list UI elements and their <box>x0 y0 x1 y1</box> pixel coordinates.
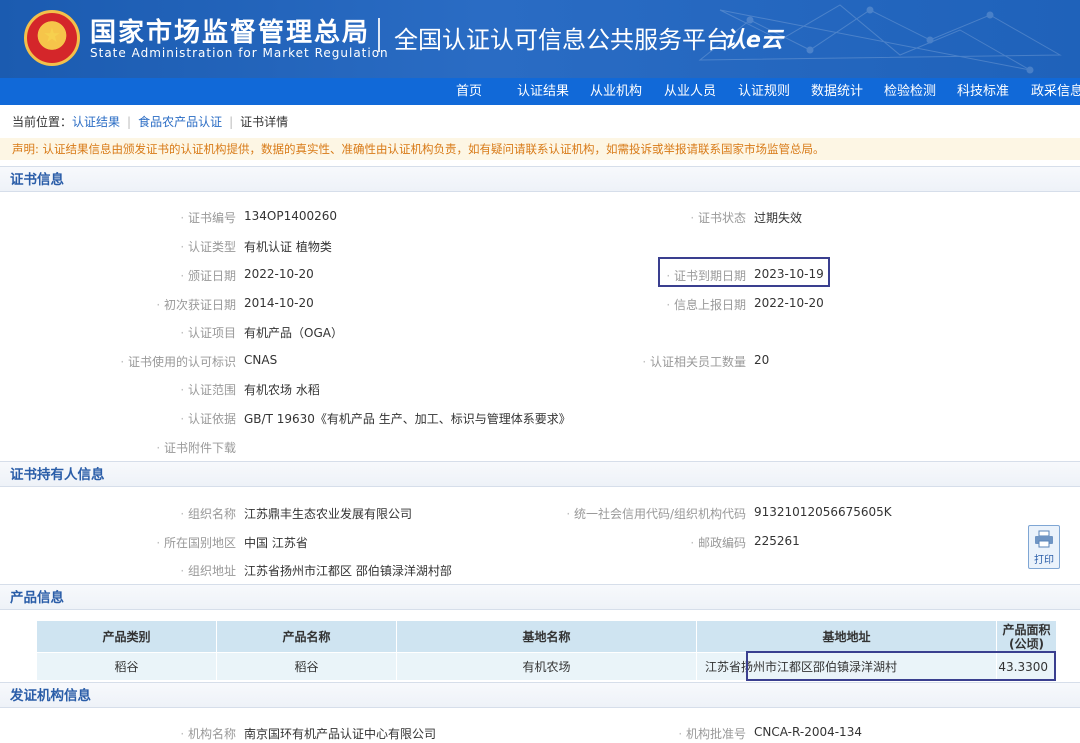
cert-item-label: 认证项目 <box>180 324 236 341</box>
breadcrumb: 当前位置：认证结果 | 食品农产品认证 | 证书详情 <box>12 115 289 129</box>
nav-cert-results[interactable]: 认证结果 <box>517 78 569 105</box>
cert-type-label: 认证类型 <box>180 238 236 255</box>
issue-date-label: 颁证日期 <box>180 267 236 284</box>
cert-scope-label: 认证范围 <box>180 381 236 398</box>
site-header: ★ 国家市场监督管理总局 State Administration for Ma… <box>0 0 1080 78</box>
region-label: 所在国别地区 <box>156 534 236 551</box>
issuer-approval-value: CNCA-R-2004-134 <box>754 725 862 739</box>
title-divider <box>378 18 380 52</box>
cert-item-value: 有机产品（OGA） <box>244 326 343 340</box>
accred-mark-label: 证书使用的认可标识 <box>120 353 236 370</box>
cert-number-label: 证书编号 <box>180 209 236 226</box>
report-date-label: 信息上报日期 <box>666 296 746 313</box>
credit-code-value: 91321012056675605K <box>754 505 892 519</box>
cert-basis-value: GB/T 19630《有机产品 生产、加工、标识与管理体系要求》 <box>244 412 571 426</box>
main-nav: 首页 认证结果 从业机构 从业人员 认证规则 数据统计 检验检测 科技标准 政采… <box>0 78 1080 105</box>
print-label: 打印 <box>1034 555 1054 566</box>
staff-count-value: 20 <box>754 353 770 367</box>
issuer-name-label: 机构名称 <box>180 725 236 742</box>
issuer-approval-label: 机构批准号 <box>678 725 746 742</box>
nav-standards[interactable]: 科技标准 <box>957 78 1009 105</box>
section-cert-info: 证书信息 <box>0 166 1080 192</box>
col-product-name: 产品名称 <box>216 620 397 653</box>
cert-number-value: 134OP1400260 <box>244 209 338 223</box>
cert-status-label: 证书状态 <box>690 209 746 226</box>
breadcrumb-cert-results[interactable]: 认证结果 <box>72 115 120 129</box>
disclaimer-notice: 声明: 认证结果信息由颁发证书的认证机构提供，数据的真实性、准确性由认证机构负责… <box>0 138 1080 160</box>
nav-home[interactable]: 首页 <box>456 78 482 105</box>
agency-title-cn: 国家市场监督管理总局 <box>90 18 371 48</box>
section-holder-info: 证书持有人信息 <box>0 461 1080 487</box>
org-address-value: 江苏省扬州市江都区 邵伯镇渌洋湖村部 <box>244 564 452 578</box>
nav-personnel[interactable]: 从业人员 <box>664 78 716 105</box>
cert-status-value: 过期失效 <box>754 211 803 225</box>
col-product-area: 产品面积 (公顷) <box>996 620 1057 653</box>
col-base-address: 基地地址 <box>696 620 997 653</box>
staff-count-label: 认证相关员工数量 <box>642 353 746 370</box>
cert-basis-label: 认证依据 <box>180 410 236 427</box>
printer-icon <box>1035 530 1053 548</box>
nav-inspection[interactable]: 检验检测 <box>884 78 936 105</box>
cert-scope-value: 有机农场 水稻 <box>244 383 320 397</box>
expire-date-highlight <box>658 257 830 287</box>
breadcrumb-current: 证书详情 <box>240 115 289 129</box>
nav-statistics[interactable]: 数据统计 <box>811 78 863 105</box>
nav-procurement[interactable]: 政采信息 <box>1031 78 1080 105</box>
col-product-category: 产品类别 <box>36 620 217 653</box>
breadcrumb-prefix: 当前位置： <box>12 115 73 129</box>
org-name-value: 江苏鼎丰生态农业发展有限公司 <box>244 507 413 521</box>
section-issuer-info: 发证机构信息 <box>0 682 1080 708</box>
cell-base-name: 有机农场 <box>396 652 697 681</box>
first-date-label: 初次获证日期 <box>156 296 236 313</box>
platform-title: 全国认证认可信息公共服务平台 <box>394 26 730 54</box>
org-address-label: 组织地址 <box>180 562 236 579</box>
zip-label: 邮政编码 <box>690 534 746 551</box>
cert-attachment-link[interactable]: 证书附件下载 <box>156 439 236 456</box>
first-date-value: 2014-10-20 <box>244 296 314 310</box>
national-emblem-icon: ★ <box>24 10 80 66</box>
issuer-name-value: 南京国环有机产品认证中心有限公司 <box>244 727 437 741</box>
zip-value: 225261 <box>754 534 800 548</box>
region-value: 中国 江苏省 <box>244 536 308 550</box>
credit-code-label: 统一社会信用代码/组织机构代码 <box>566 505 746 522</box>
report-date-value: 2022-10-20 <box>754 296 824 310</box>
accred-mark-value: CNAS <box>244 353 278 367</box>
section-product-info: 产品信息 <box>0 584 1080 610</box>
agency-title-en: State Administration for Market Regulati… <box>90 46 389 60</box>
cell-product-name: 稻谷 <box>216 652 397 681</box>
nav-rules[interactable]: 认证规则 <box>738 78 790 105</box>
issue-date-value: 2022-10-20 <box>244 267 314 281</box>
product-table-header: 产品类别 产品名称 基地名称 基地地址 产品面积 (公顷) <box>36 620 1057 653</box>
col-base-name: 基地名称 <box>396 620 697 653</box>
breadcrumb-food-agri[interactable]: 食品农产品认证 <box>138 115 222 129</box>
renyun-logo[interactable]: 认e云 <box>724 22 783 54</box>
cell-product-category: 稻谷 <box>36 652 217 681</box>
nav-institutions[interactable]: 从业机构 <box>590 78 642 105</box>
base-address-highlight <box>746 651 1056 681</box>
print-button[interactable]: 打印 <box>1028 525 1060 569</box>
cert-type-value: 有机认证 植物类 <box>244 240 332 254</box>
org-name-label: 组织名称 <box>180 505 236 522</box>
